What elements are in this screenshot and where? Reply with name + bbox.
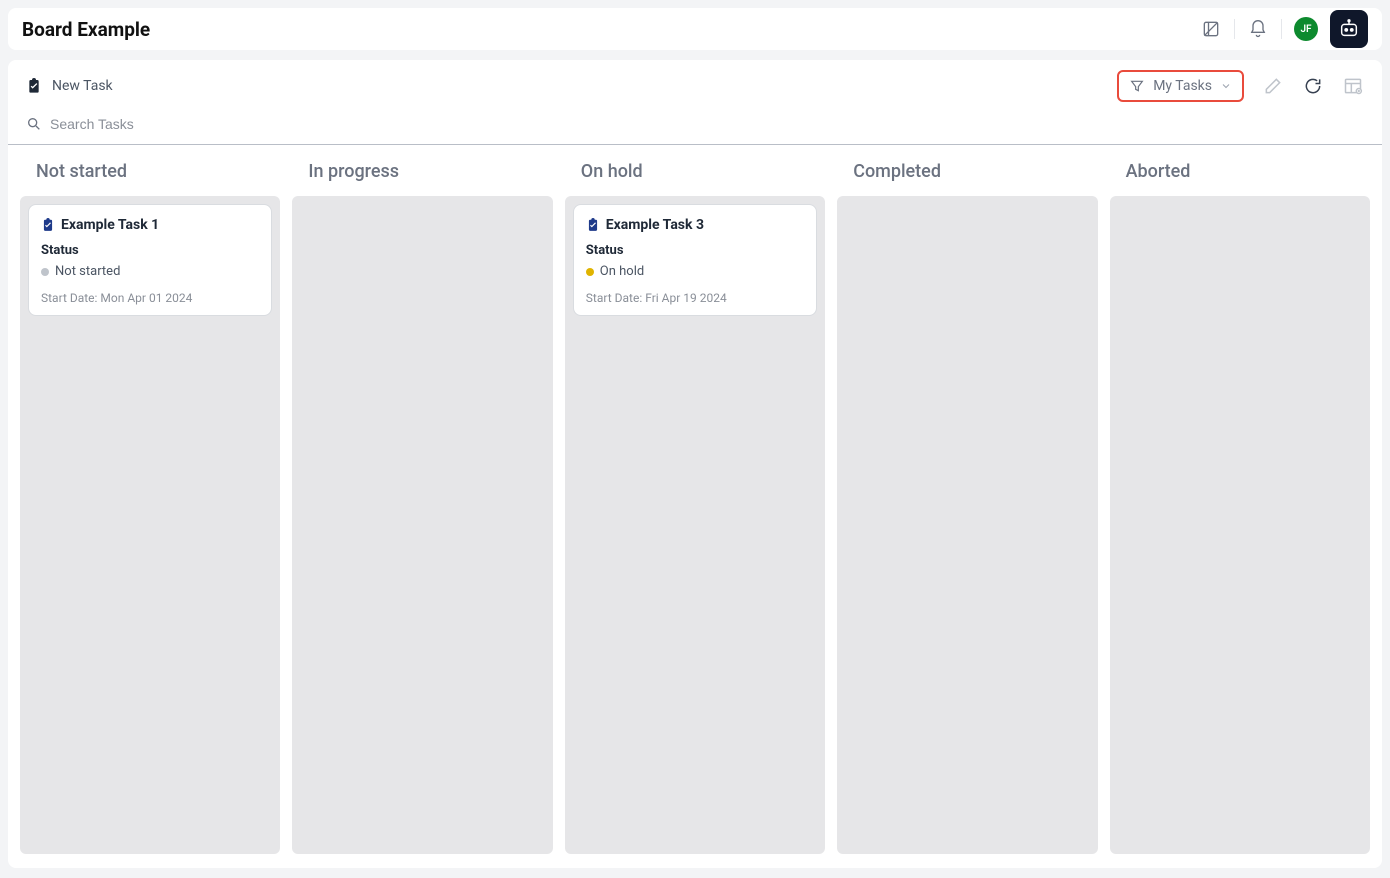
card-header: Example Task 3 bbox=[586, 217, 804, 233]
column-title: In progress bbox=[292, 157, 552, 196]
status-label: Status bbox=[41, 243, 259, 258]
status-dot-icon bbox=[586, 268, 594, 276]
divider bbox=[1281, 19, 1282, 39]
column-lane[interactable]: Example Task 1 Status Not started Start … bbox=[20, 196, 280, 854]
new-task-button[interactable]: New Task bbox=[52, 78, 113, 94]
column-title: Not started bbox=[20, 157, 280, 196]
card-header: Example Task 1 bbox=[41, 217, 259, 233]
topbar-right: JF bbox=[1200, 10, 1368, 48]
divider bbox=[1234, 19, 1235, 39]
toolbar-right: My Tasks bbox=[1117, 70, 1364, 102]
filter-label: My Tasks bbox=[1153, 78, 1212, 94]
toolbar: New Task My Tasks bbox=[8, 60, 1382, 106]
column-lane[interactable] bbox=[1110, 196, 1370, 854]
avatar[interactable]: JF bbox=[1294, 17, 1318, 41]
column-lane[interactable]: Example Task 3 Status On hold Start Date… bbox=[565, 196, 825, 854]
bell-icon[interactable] bbox=[1247, 18, 1269, 40]
layout-icon[interactable] bbox=[1342, 75, 1364, 97]
column-title: Aborted bbox=[1110, 157, 1370, 196]
card-title: Example Task 3 bbox=[606, 217, 704, 233]
card-title: Example Task 1 bbox=[61, 217, 159, 233]
edit-icon[interactable] bbox=[1262, 75, 1284, 97]
board: Not started Example Task 1 Status Not st… bbox=[8, 145, 1382, 868]
column-lane[interactable] bbox=[292, 196, 552, 854]
status-value: Not started bbox=[55, 264, 120, 279]
toolbar-left: New Task bbox=[26, 77, 113, 95]
start-date: Start Date: Mon Apr 01 2024 bbox=[41, 291, 259, 305]
column-aborted: Aborted bbox=[1110, 157, 1370, 854]
chevron-down-icon bbox=[1220, 80, 1232, 92]
task-card[interactable]: Example Task 1 Status Not started Start … bbox=[28, 204, 272, 316]
column-title: On hold bbox=[565, 157, 825, 196]
column-in-progress: In progress bbox=[292, 157, 552, 854]
filter-dropdown[interactable]: My Tasks bbox=[1117, 70, 1244, 102]
board-panel: New Task My Tasks Not started bbox=[8, 60, 1382, 868]
column-not-started: Not started Example Task 1 Status Not st… bbox=[20, 157, 280, 854]
search-input[interactable] bbox=[50, 116, 1364, 132]
filter-icon bbox=[1129, 78, 1145, 94]
assistant-button[interactable] bbox=[1330, 10, 1368, 48]
status-row: Not started bbox=[41, 264, 259, 279]
status-row: On hold bbox=[586, 264, 804, 279]
clipboard-icon bbox=[586, 217, 600, 233]
status-label: Status bbox=[586, 243, 804, 258]
page-title: Board Example bbox=[22, 18, 150, 41]
start-date: Start Date: Fri Apr 19 2024 bbox=[586, 291, 804, 305]
app-icon[interactable] bbox=[1200, 18, 1222, 40]
status-dot-icon bbox=[41, 268, 49, 276]
search-row bbox=[8, 106, 1382, 145]
column-lane[interactable] bbox=[837, 196, 1097, 854]
column-on-hold: On hold Example Task 3 Status On hold St… bbox=[565, 157, 825, 854]
clipboard-icon bbox=[41, 217, 55, 233]
clipboard-icon bbox=[26, 77, 42, 95]
status-value: On hold bbox=[600, 264, 644, 279]
column-title: Completed bbox=[837, 157, 1097, 196]
refresh-icon[interactable] bbox=[1302, 75, 1324, 97]
top-bar: Board Example JF bbox=[8, 8, 1382, 50]
search-icon bbox=[26, 116, 42, 132]
column-completed: Completed bbox=[837, 157, 1097, 854]
task-card[interactable]: Example Task 3 Status On hold Start Date… bbox=[573, 204, 817, 316]
